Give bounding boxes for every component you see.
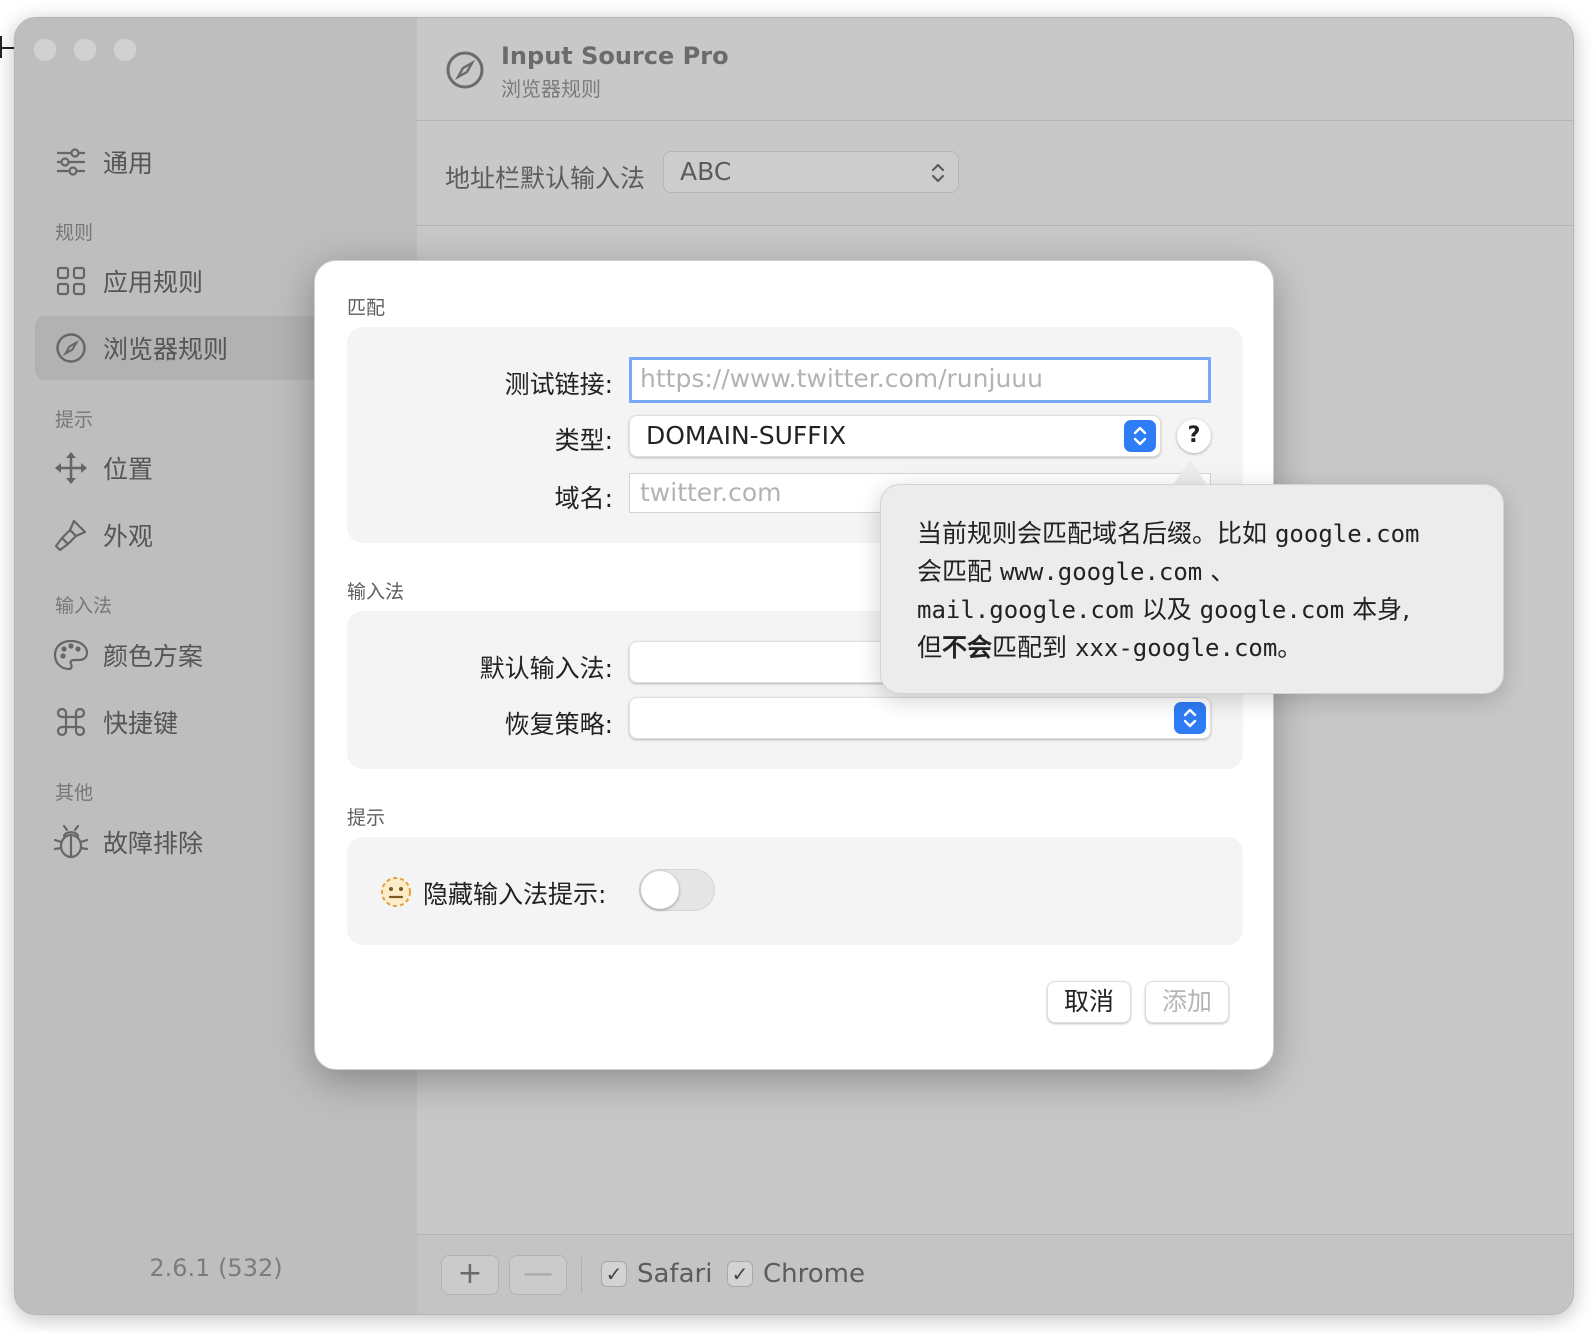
popover-line-1: 当前规则会匹配域名后缀。比如 google.com <box>917 515 1467 553</box>
popover-text: 当前规则会匹配域名后缀。比如 <box>917 519 1268 548</box>
popover-code: google.com <box>1274 520 1420 548</box>
bug-icon <box>53 824 89 860</box>
popover-text: 会匹配 <box>917 557 993 586</box>
safari-label: Safari <box>637 1259 713 1289</box>
minimize-window-button[interactable] <box>73 38 97 62</box>
safari-checkbox[interactable]: ✓ Safari <box>601 1259 712 1289</box>
popover-arrow <box>1172 460 1208 486</box>
version-label: 2.6.1 (532) <box>149 1254 283 1282</box>
popover-text: 。 <box>1277 633 1303 662</box>
palette-icon <box>53 637 89 673</box>
cancel-button[interactable]: 取消 <box>1047 981 1131 1023</box>
app-title: Input Source Pro <box>501 42 729 70</box>
sidebar-section-rules: 规则 <box>55 222 94 244</box>
popover-text: 匹配到 <box>992 633 1068 662</box>
popover-line-2: 会匹配 www.google.com 、 <box>917 553 1467 591</box>
main-header: Input Source Pro 浏览器规则 <box>417 18 1573 121</box>
type-help-button[interactable]: ? <box>1177 419 1211 453</box>
address-bar-default-select[interactable]: ABC <box>663 151 959 193</box>
sidebar-section-input-method: 输入法 <box>55 595 113 617</box>
sidebar-item-general[interactable]: 通用 <box>35 130 365 194</box>
sliders-icon <box>53 144 89 180</box>
checkmark-icon: ✓ <box>727 1261 753 1287</box>
address-bar-default-value: ABC <box>680 157 732 186</box>
type-label: 类型: <box>554 426 613 455</box>
grid-icon <box>53 263 89 299</box>
hide-hint-label: 隐藏输入法提示: <box>423 880 607 909</box>
toolbar-divider <box>581 1257 582 1293</box>
hint-group: 隐藏输入法提示: <box>347 837 1243 945</box>
popover-code: mail.google.com <box>917 596 1134 624</box>
address-bar-row: 地址栏默认输入法 ABC <box>417 121 1573 226</box>
compass-icon <box>53 330 89 366</box>
sidebar-item-label: 颜色方案 <box>103 642 204 671</box>
move-arrows-icon <box>53 450 89 486</box>
sidebar-item-label: 故障排除 <box>103 829 204 858</box>
page-subtitle: 浏览器规则 <box>501 77 601 101</box>
brush-icon <box>53 517 89 553</box>
restore-strategy-label: 恢复策略: <box>504 710 613 739</box>
add-rule-button[interactable]: + <box>441 1255 499 1295</box>
mouse-cursor-icon <box>0 36 14 58</box>
sidebar-section-other: 其他 <box>55 782 94 804</box>
chrome-label: Chrome <box>763 1259 865 1289</box>
chevron-updown-icon <box>1124 420 1156 452</box>
sidebar-item-label: 浏览器规则 <box>103 335 229 364</box>
input-method-section-title: 输入法 <box>347 581 405 603</box>
popover-text: 以及 <box>1141 595 1192 624</box>
hide-hint-toggle[interactable] <box>639 869 715 911</box>
sidebar-item-label: 应用规则 <box>103 268 204 297</box>
popover-code: www.google.com <box>999 558 1203 586</box>
type-value: DOMAIN-SUFFIX <box>646 421 847 450</box>
popover-text: 、 <box>1210 557 1236 586</box>
address-bar-default-label: 地址栏默认输入法 <box>445 164 646 193</box>
default-input-method-label: 默认输入法: <box>479 654 613 683</box>
sidebar-section-hints: 提示 <box>55 409 94 431</box>
remove-rule-button[interactable]: — <box>509 1255 567 1295</box>
sidebar-item-label: 通用 <box>103 149 154 178</box>
chevron-updown-icon <box>931 163 945 183</box>
match-section-title: 匹配 <box>347 297 386 319</box>
popover-text: 但 <box>917 633 943 662</box>
bottom-toolbar: + — ✓ Safari ✓ Chrome <box>417 1234 1573 1314</box>
neutral-face-icon <box>381 877 411 907</box>
popover-text: 本身, <box>1352 595 1411 624</box>
command-icon <box>53 704 89 740</box>
hint-section-title: 提示 <box>347 807 386 829</box>
chevron-updown-icon <box>1174 702 1206 734</box>
compass-icon <box>446 51 484 89</box>
zoom-window-button[interactable] <box>113 38 137 62</box>
chrome-checkbox[interactable]: ✓ Chrome <box>727 1259 865 1289</box>
sidebar-item-label: 快捷键 <box>103 709 179 738</box>
sidebar-item-label: 位置 <box>103 455 154 484</box>
restore-strategy-select[interactable] <box>629 697 1211 739</box>
toggle-knob <box>641 871 679 909</box>
checkmark-icon: ✓ <box>601 1261 627 1287</box>
popover-line-3: mail.google.com 以及 google.com 本身, <box>917 591 1467 629</box>
popover-code: xxx-google.com <box>1075 634 1278 662</box>
popover-line-4: 但不会匹配到 xxx-google.com。 <box>917 629 1467 667</box>
type-help-popover: 当前规则会匹配域名后缀。比如 google.com 会匹配 www.google… <box>880 484 1504 694</box>
add-button[interactable]: 添加 <box>1145 981 1229 1023</box>
test-url-label: 测试链接: <box>504 370 613 399</box>
close-window-button[interactable] <box>33 38 57 62</box>
domain-label: 域名: <box>554 484 613 513</box>
test-url-input[interactable]: https://www.twitter.com/runjuuu <box>629 357 1211 403</box>
popover-emphasis: 不会 <box>942 633 993 662</box>
type-select[interactable]: DOMAIN-SUFFIX <box>629 415 1161 457</box>
sidebar-item-label: 外观 <box>103 522 154 551</box>
popover-code: google.com <box>1199 596 1345 624</box>
